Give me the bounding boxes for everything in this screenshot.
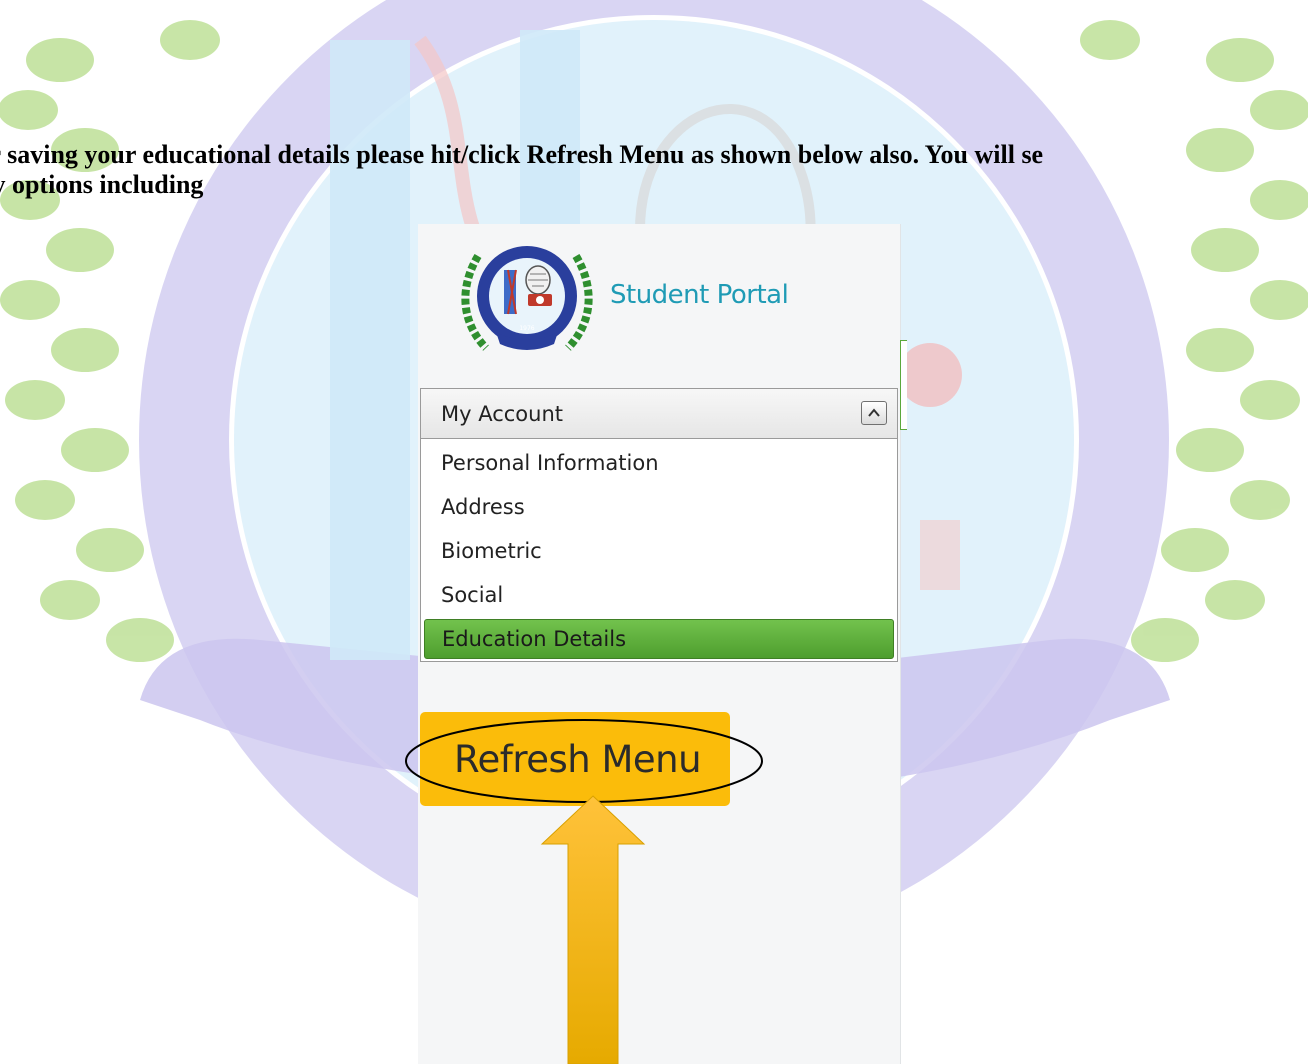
arrow-up-icon bbox=[540, 795, 646, 1064]
collapse-button[interactable] bbox=[861, 401, 887, 425]
instruction-line-1: er saving your educational details pleas… bbox=[0, 140, 1044, 169]
content-pane-edge bbox=[900, 340, 907, 430]
menu-item-address[interactable]: Address bbox=[421, 485, 897, 529]
logo-year: 1976 bbox=[519, 325, 534, 332]
my-account-menu: My Account Personal Information Address … bbox=[420, 388, 898, 662]
menu-item-biometric[interactable]: Biometric bbox=[421, 529, 897, 573]
menu-header-label: My Account bbox=[441, 401, 564, 426]
instruction-text: er saving your educational details pleas… bbox=[0, 140, 1308, 200]
portal-title: Student Portal bbox=[610, 280, 789, 310]
highlight-ellipse bbox=[405, 719, 763, 803]
menu-item-social[interactable]: Social bbox=[421, 573, 897, 617]
menu-item-education-details[interactable]: Education Details bbox=[424, 619, 894, 659]
university-logo: 1976 bbox=[461, 246, 593, 351]
menu-header[interactable]: My Account bbox=[421, 389, 897, 439]
chevron-up-icon bbox=[868, 408, 880, 417]
instruction-line-2: ny options including bbox=[0, 170, 204, 199]
menu-item-personal-information[interactable]: Personal Information bbox=[421, 441, 897, 485]
